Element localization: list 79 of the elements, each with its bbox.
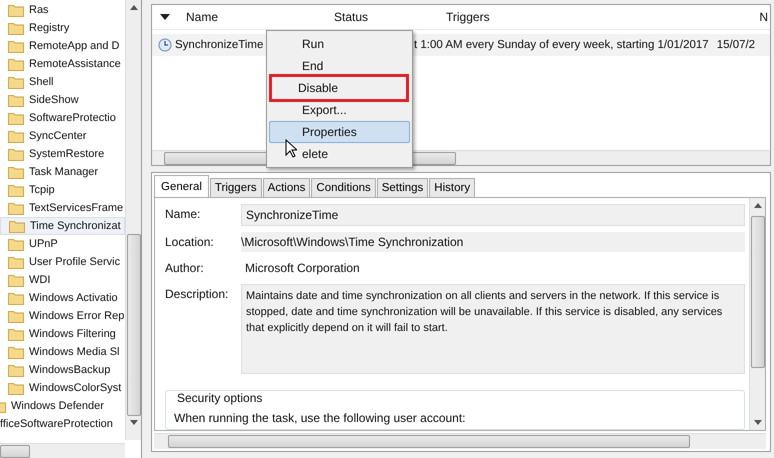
scroll-up-icon[interactable]: [754, 202, 762, 208]
tab[interactable]: History: [429, 178, 476, 197]
folder-icon: [8, 166, 24, 178]
folder-icon: [8, 328, 24, 340]
sort-caret-icon: [160, 14, 170, 20]
tree-item[interactable]: User Profile Servic: [0, 253, 125, 271]
location-value: \Microsoft\Windows\Time Synchronization: [241, 232, 745, 252]
menu-item[interactable]: End: [269, 55, 410, 77]
author-value: Microsoft Corporation: [244, 260, 361, 277]
folder-icon: [8, 76, 24, 88]
tree-item[interactable]: WindowsColorSyst: [0, 379, 125, 397]
folder-icon: [8, 238, 24, 250]
column-header[interactable]: Name: [178, 10, 296, 24]
folder-icon: [8, 256, 24, 268]
scroll-up-icon[interactable]: [130, 4, 138, 10]
description-field[interactable]: Maintains date and time synchronization on all clients and servers in the network. If this service is stopped, date and time synchronization will be unavailable. If this service is disabled, any services that explicitly depend on it will fail to start.: [241, 284, 745, 374]
clock-icon: [158, 38, 172, 52]
menu-item[interactable]: Export...: [269, 99, 410, 121]
tree-item[interactable]: UPnP: [0, 235, 125, 253]
tree-item[interactable]: RemoteApp and D: [0, 37, 125, 55]
tab[interactable]: Triggers: [210, 178, 262, 197]
folder-icon: [8, 40, 24, 52]
field-label: Author:: [165, 260, 205, 277]
tree-item[interactable]: WindowsBackup: [0, 361, 125, 379]
menu-item[interactable]: Properties: [269, 121, 410, 143]
tree-item[interactable]: Time Synchronizat: [0, 217, 125, 235]
tree-item[interactable]: SyncCenter: [0, 127, 125, 145]
scrollbar[interactable]: [749, 198, 765, 430]
folder-icon: [8, 292, 24, 304]
tree-item[interactable]: Windows Filtering: [0, 325, 125, 343]
column-header[interactable]: Status: [296, 10, 406, 24]
folder-icon: [8, 148, 24, 160]
tab[interactable]: General: [154, 175, 209, 197]
folder-icon: [8, 22, 24, 34]
folder-icon: [8, 364, 24, 376]
folder-icon: [8, 94, 24, 106]
tree-item[interactable]: Tcpip: [0, 181, 125, 199]
folder-icon: [8, 274, 24, 286]
folder-icon: [8, 58, 24, 70]
tree-item[interactable]: Registry: [0, 19, 125, 37]
mouse-pointer-icon: [285, 139, 297, 158]
field-label: Name:: [165, 206, 202, 223]
column-header[interactable]: Triggers: [406, 10, 706, 24]
folder-icon: [8, 202, 24, 214]
folder-icon: [8, 112, 24, 124]
tab[interactable]: Actions: [262, 178, 310, 197]
name-field[interactable]: SynchronizeTime: [241, 204, 745, 226]
security-text: When running the task, use the following user account:: [174, 411, 467, 425]
tree-item[interactable]: Windows Defender: [0, 397, 125, 415]
tree-item[interactable]: Task Manager: [0, 163, 125, 181]
folder-icon: [8, 310, 24, 322]
folder-icon: [8, 184, 24, 196]
tree-item[interactable]: SystemRestore: [0, 145, 125, 163]
tree-item[interactable]: Windows Media Sl: [0, 343, 125, 361]
folder-icon: [8, 130, 24, 142]
tree-item[interactable]: RemoteAssistance: [0, 55, 125, 73]
column-header[interactable]: N: [706, 10, 770, 24]
scrollbar[interactable]: [125, 0, 141, 440]
tree-item[interactable]: WDI: [0, 271, 125, 289]
tree-item[interactable]: Ras: [0, 1, 125, 19]
folder-icon: [8, 4, 24, 16]
folder-icon: [8, 382, 24, 394]
menu-item[interactable]: elete: [269, 143, 410, 165]
tree-item[interactable]: Shell: [0, 73, 125, 91]
tree-item[interactable]: Windows Activatio: [0, 289, 125, 307]
menu-item[interactable]: Run: [269, 33, 410, 55]
scrollbar[interactable]: [154, 433, 766, 449]
tree-item[interactable]: SoftwareProtectio: [0, 109, 125, 127]
folder-icon: [8, 346, 24, 358]
scroll-down-icon[interactable]: [754, 420, 762, 426]
tree-item[interactable]: SideShow: [0, 91, 125, 109]
tab[interactable]: Conditions: [311, 178, 376, 197]
menu-item[interactable]: Disable: [272, 77, 406, 99]
field-label: Description:: [165, 286, 230, 303]
scrollbar[interactable]: [0, 443, 125, 458]
folder-icon: [9, 220, 25, 232]
scroll-down-icon[interactable]: [130, 420, 138, 426]
tab[interactable]: Settings: [376, 178, 428, 197]
field-label: Location:: [165, 234, 215, 251]
